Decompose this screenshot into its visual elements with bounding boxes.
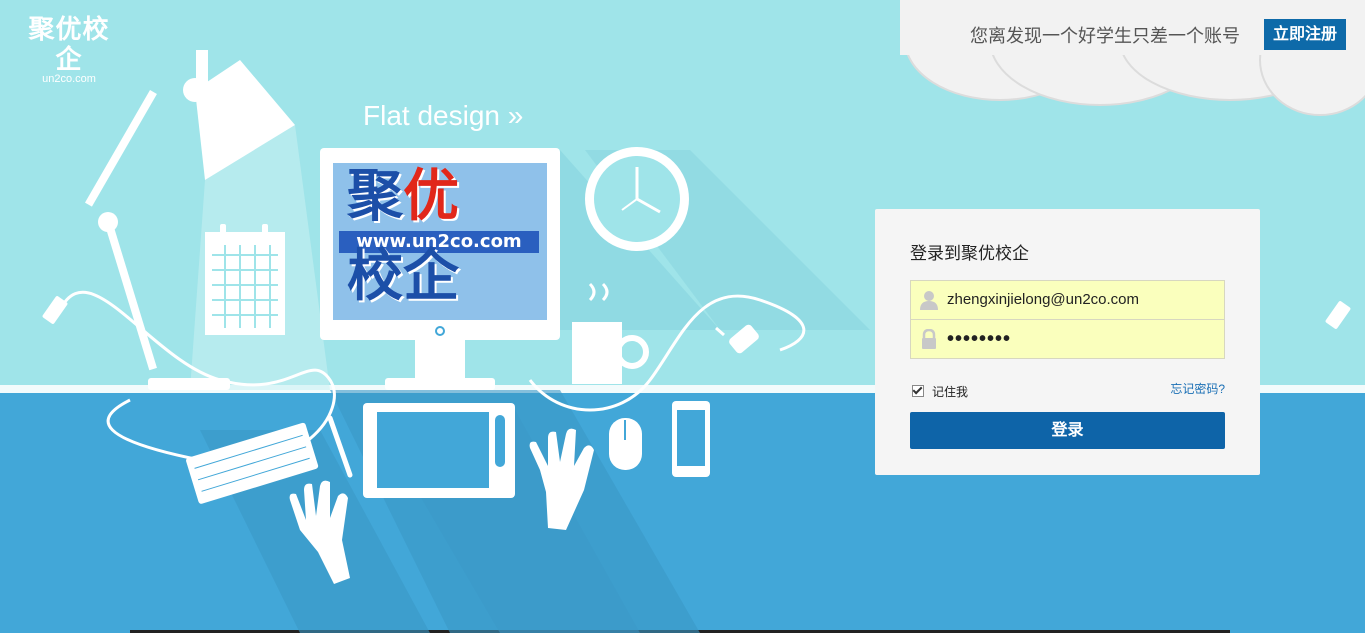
graphics-tablet-icon (363, 403, 515, 498)
hero-tagline-text: Flat design (363, 100, 500, 131)
monitor-screen-logo: 聚优 www.un2co.com 校企 (333, 163, 547, 320)
usb-plug-icon (42, 296, 68, 324)
remember-me-checkbox[interactable] (912, 385, 924, 397)
password-mask: •••••••• (947, 328, 1012, 350)
user-icon (920, 291, 938, 310)
password-field[interactable]: •••••••• (910, 319, 1225, 359)
login-title: 登录到聚优校企 (910, 244, 1029, 263)
monitor-logo-line-2: 校企 (347, 244, 459, 309)
usb-plug-right-icon (1325, 301, 1351, 329)
monitor-logo-char-2: 优 (403, 164, 459, 229)
login-panel: 登录到聚优校企 zhengxinjielong@un2co.com ••••••… (875, 209, 1260, 475)
login-button[interactable]: 登录 (910, 412, 1225, 449)
mouse-icon (609, 418, 642, 470)
register-button[interactable]: 立即注册 (1264, 19, 1346, 50)
smartphone-icon (672, 401, 710, 477)
calendar-icon (205, 224, 285, 335)
forgot-password-link[interactable]: 忘记密码? (1170, 380, 1225, 397)
logo-text: 聚优校企 (28, 14, 110, 74)
username-field[interactable]: zhengxinjielong@un2co.com (910, 280, 1225, 320)
remember-me[interactable]: 记住我 (912, 383, 968, 400)
lock-icon (922, 329, 936, 349)
header-slogan: 您离发现一个好学生只差一个账号 (970, 26, 1240, 46)
hero-tagline: Flat design » (363, 100, 523, 132)
monitor-logo-char-1: 聚 (347, 164, 403, 229)
logo-subtext: un2co.com (42, 73, 96, 85)
clock-icon (585, 147, 689, 251)
remember-me-label: 记住我 (932, 385, 969, 399)
site-logo[interactable]: 聚优校企 un2co.com (16, 14, 122, 85)
double-chevron-icon: » (507, 100, 524, 131)
username-value: zhengxinjielong@un2co.com (947, 291, 1140, 308)
